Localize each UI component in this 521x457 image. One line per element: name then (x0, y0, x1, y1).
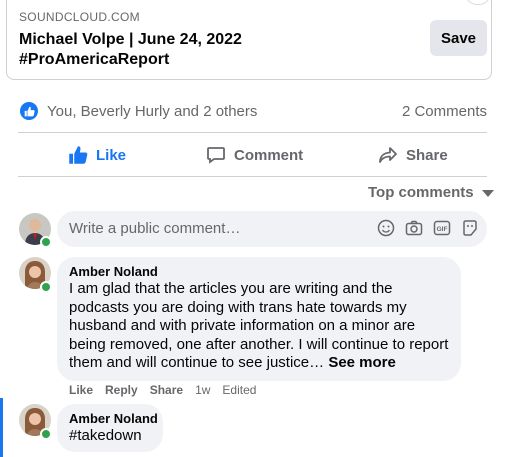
sticker-icon[interactable] (461, 219, 479, 237)
emoji-icon[interactable] (377, 219, 395, 237)
divider (18, 132, 487, 133)
comment-text: I am glad that the articles you are writ… (69, 280, 453, 373)
divider (18, 176, 487, 177)
comment-like-button[interactable]: Like (69, 383, 93, 397)
thumbs-up-icon (69, 146, 88, 164)
svg-text:GIF: GIF (437, 226, 448, 233)
share-label: Share (406, 146, 448, 164)
help-icon[interactable]: ? (465, 0, 491, 5)
reactions-summary[interactable]: You, Beverly Hurly and 2 others (20, 101, 257, 121)
like-button[interactable]: Like (68, 140, 126, 170)
like-label: Like (96, 146, 127, 164)
online-status-dot (40, 281, 52, 293)
reactions-text: You, Beverly Hurly and 2 others (47, 102, 258, 120)
comment-timestamp[interactable]: 1w (195, 383, 210, 397)
comment-bubble: Amber Noland #takedown (57, 404, 163, 452)
comment-author[interactable]: Amber Noland (69, 411, 158, 426)
comment-reply-button[interactable]: Reply (105, 383, 138, 397)
link-domain: SOUNDCLOUD.COM (19, 10, 140, 24)
comment-share-button[interactable]: Share (150, 383, 183, 397)
highlight-bar (0, 398, 3, 457)
online-status-dot (40, 428, 52, 440)
thumbs-up-icon (20, 102, 38, 120)
comment-button[interactable]: Comment (206, 140, 303, 170)
camera-icon[interactable] (405, 219, 423, 237)
comment-bubble: Amber Noland I am glad that the articles… (57, 257, 461, 381)
top-comments-label: Top comments (368, 184, 474, 201)
link-title-line-2: #ProAmericaReport (19, 51, 170, 68)
comment-input-placeholder: Write a public comment… (69, 220, 241, 237)
see-more-link[interactable]: See more (328, 354, 396, 371)
comment-edited-label[interactable]: Edited (222, 383, 256, 397)
link-title-line-1: Michael Volpe | June 24, 2022 (19, 31, 242, 48)
comment-author[interactable]: Amber Noland (69, 264, 158, 279)
comment-input[interactable]: Write a public comment… GIF (57, 211, 487, 247)
share-button[interactable]: Share (378, 140, 448, 170)
comment-body: #takedown (69, 427, 142, 444)
save-button[interactable]: Save (430, 20, 487, 56)
comment-label: Comment (234, 146, 304, 164)
link-title[interactable]: Michael Volpe | June 24, 2022 #ProAmeric… (19, 30, 242, 70)
share-icon (379, 147, 397, 163)
comment-meta: Like Reply Share 1w Edited (69, 383, 256, 397)
comments-count[interactable]: 2 Comments (402, 103, 487, 120)
comment-icon (207, 147, 225, 164)
top-comments-dropdown[interactable]: Top comments (368, 184, 494, 201)
online-status-dot (40, 236, 52, 248)
gif-icon[interactable]: GIF (433, 219, 451, 237)
caret-down-icon (481, 190, 494, 197)
